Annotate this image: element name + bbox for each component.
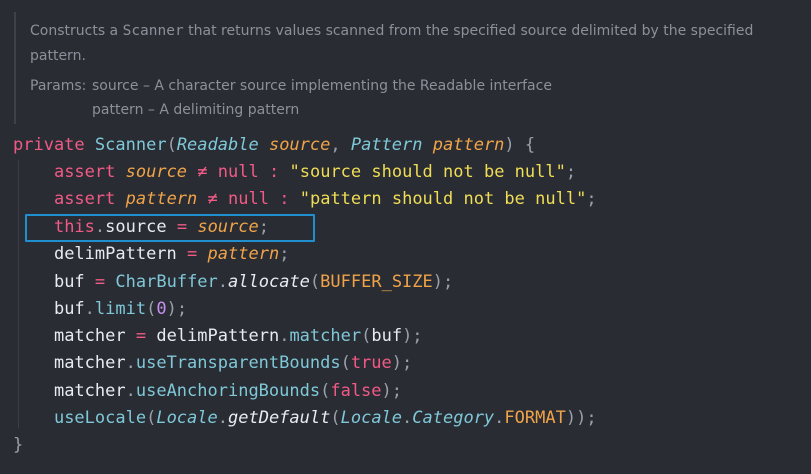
code-line-delim-pattern[interactable]: delimPattern = pattern;	[13, 241, 289, 268]
type-readable: Readable	[176, 135, 259, 155]
code-line-anchoring-bounds[interactable]: matcher.useAnchoringBounds(false);	[13, 378, 402, 405]
const-buffer-size: BUFFER_SIZE	[320, 272, 433, 292]
selection-highlight-box	[25, 214, 315, 242]
param-source: source	[268, 135, 331, 155]
code-line-matcher-assign[interactable]: matcher = delimPattern.matcher(buf);	[13, 323, 423, 350]
class-locale: Locale	[156, 408, 218, 428]
keyword-assert: assert	[53, 189, 116, 209]
field-buf: buf	[53, 299, 85, 319]
doc-code-scanner: Scanner	[122, 23, 184, 39]
class-locale: Locale	[340, 408, 403, 428]
keyword-null: null	[228, 189, 269, 209]
constructor-name: Scanner	[94, 135, 167, 155]
code-line-assert-source[interactable]: assert source ≠ null : "source should no…	[13, 159, 576, 186]
doc-text: Constructs a	[30, 23, 123, 39]
string-source-msg: "source should not be null"	[289, 162, 566, 182]
field-matcher: matcher	[53, 353, 126, 373]
method-use-locale: useLocale	[53, 408, 147, 428]
field-buf: buf	[371, 326, 403, 346]
number-zero: 0	[156, 299, 167, 319]
code-editor[interactable]: Constructs a Scanner that returns values…	[0, 0, 811, 474]
literal-false: false	[330, 381, 382, 401]
field-delim-pattern: delimPattern	[53, 244, 177, 264]
operator-not-equal: ≠	[197, 162, 208, 182]
class-charbuffer: CharBuffer	[115, 272, 218, 292]
doc-description-line-2: pattern.	[30, 48, 86, 64]
const-format: FORMAT	[504, 408, 566, 428]
code-line-assert-pattern[interactable]: assert pattern ≠ null : "pattern should …	[13, 186, 597, 213]
class-category: Category	[412, 408, 495, 428]
javadoc-block: Constructs a Scanner that returns values…	[14, 12, 804, 124]
doc-description-line-1: Constructs a Scanner that returns values…	[30, 23, 753, 39]
keyword-null: null	[217, 162, 259, 182]
doc-param-source: source – A character source implementing…	[92, 78, 552, 94]
field-buf: buf	[53, 272, 85, 292]
code-line-closing-brace[interactable]: }	[13, 432, 23, 459]
keyword-assert: assert	[53, 162, 116, 182]
method-allocate: allocate	[228, 272, 310, 292]
code-line-use-locale[interactable]: useLocale(Locale.getDefault(Locale.Categ…	[13, 405, 597, 432]
type-pattern: Pattern	[350, 135, 423, 155]
doc-text: that returns values scanned from the spe…	[183, 23, 754, 39]
method-use-transparent-bounds: useTransparentBounds	[135, 353, 341, 373]
method-matcher: matcher	[289, 326, 362, 346]
param-source-ref: source	[125, 162, 188, 182]
code-line-buf-limit[interactable]: buf.limit(0);	[13, 296, 187, 323]
literal-true: true	[350, 353, 392, 373]
method-use-anchoring-bounds: useAnchoringBounds	[135, 381, 321, 401]
param-pattern-ref: pattern	[125, 189, 198, 209]
doc-param-pattern: pattern – A delimiting pattern	[92, 102, 300, 118]
doc-params-label: Params:	[30, 78, 87, 94]
field-delim-pattern: delimPattern	[156, 326, 280, 346]
field-matcher: matcher	[53, 381, 126, 401]
code-line-buf-allocate[interactable]: buf = CharBuffer.allocate(BUFFER_SIZE);	[13, 269, 453, 296]
code-line-transparent-bounds[interactable]: matcher.useTransparentBounds(true);	[13, 350, 412, 377]
method-limit: limit	[94, 299, 147, 319]
param-pattern-ref: pattern	[207, 244, 280, 264]
string-pattern-msg: "pattern should not be null"	[299, 189, 587, 209]
param-pattern: pattern	[432, 135, 505, 155]
keyword-private: private	[13, 135, 85, 155]
method-get-default: getDefault	[228, 408, 331, 428]
code-line-signature[interactable]: private Scanner(Readable source, Pattern…	[13, 132, 535, 159]
operator-not-equal: ≠	[207, 189, 218, 209]
field-matcher: matcher	[53, 326, 126, 346]
